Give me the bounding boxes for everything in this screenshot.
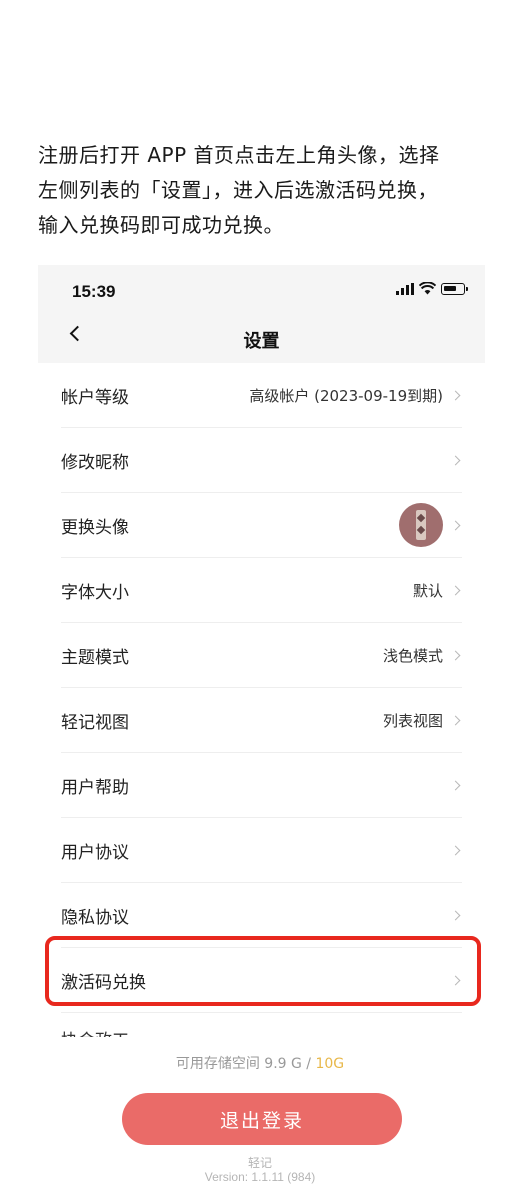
settings-row-theme[interactable]: 主题模式 浅色模式 <box>61 623 462 688</box>
row-label: 更换头像 <box>61 517 129 538</box>
settings-row-avatar[interactable]: 更换头像 <box>61 493 462 558</box>
chevron-right-icon <box>450 455 461 465</box>
wifi-icon <box>419 282 436 295</box>
instruction-line-1: 注册后打开 APP 首页点击左上角头像，选择 <box>38 143 440 167</box>
battery-icon <box>441 282 468 295</box>
settings-row-user-agreement[interactable]: 用户协议 <box>61 818 462 883</box>
settings-row-partial[interactable]: 协会政工 <box>61 1013 462 1037</box>
row-label: 字体大小 <box>61 582 129 603</box>
storage-text: 可用存储空间 9.9 G / <box>175 1056 316 1072</box>
chevron-right-icon <box>450 910 461 920</box>
phone-header: 15:39 设置 <box>38 265 485 363</box>
chevron-right-icon <box>450 390 461 400</box>
chevron-right-icon <box>450 715 461 725</box>
avatar <box>399 503 443 547</box>
settings-row-user-help[interactable]: 用户帮助 <box>61 753 462 818</box>
page-title: 设置 <box>243 331 280 352</box>
row-label: 主题模式 <box>61 647 129 668</box>
phone-screenshot: 15:39 设置 帐户等级 高级帐户 (2023-09-19到期) 修改昵称 更… <box>38 265 485 1040</box>
logout-button[interactable]: 退出登录 <box>122 1093 402 1145</box>
chevron-right-icon <box>450 585 461 595</box>
storage-quota: 10G <box>315 1056 345 1072</box>
instruction-line-3: 输入兑换码即可成功兑换。 <box>38 213 284 237</box>
row-value: 默认 <box>412 581 443 600</box>
row-label: 用户协议 <box>61 842 129 863</box>
status-time: 15:39 <box>72 282 116 301</box>
row-value: 列表视图 <box>382 711 443 730</box>
row-label: 修改昵称 <box>61 452 129 473</box>
app-version: Version: 1.1.11 (984) <box>204 1170 316 1184</box>
settings-row-note-view[interactable]: 轻记视图 列表视图 <box>61 688 462 753</box>
row-label: 轻记视图 <box>61 712 129 733</box>
chevron-right-icon <box>450 780 461 790</box>
row-value: 浅色模式 <box>382 646 443 665</box>
settings-row-account-level[interactable]: 帐户等级 高级帐户 (2023-09-19到期) <box>61 363 462 428</box>
highlight-box <box>45 936 481 1006</box>
row-label: 协会政工 <box>61 1026 129 1037</box>
settings-row-font-size[interactable]: 字体大小 默认 <box>61 558 462 623</box>
chevron-right-icon <box>450 845 461 855</box>
row-value: 高级帐户 (2023-09-19到期) <box>249 386 443 405</box>
app-name: 轻记 <box>247 1156 272 1170</box>
status-icons <box>396 282 468 295</box>
row-label: 帐户等级 <box>61 387 129 408</box>
signal-icon <box>396 282 414 295</box>
row-label: 用户帮助 <box>61 777 129 798</box>
chevron-right-icon <box>450 650 461 660</box>
instruction-line-2: 左侧列表的「设置」，进入后选激活码兑换， <box>38 178 438 202</box>
chevron-right-icon <box>450 520 461 530</box>
instruction-text: 注册后打开 APP 首页点击左上角头像，选择 左侧列表的「设置」，进入后选激活码… <box>38 138 478 243</box>
settings-row-nickname[interactable]: 修改昵称 <box>61 428 462 493</box>
row-label: 隐私协议 <box>61 907 129 928</box>
storage-info: 可用存储空间 9.9 G / 10G <box>0 1053 520 1073</box>
